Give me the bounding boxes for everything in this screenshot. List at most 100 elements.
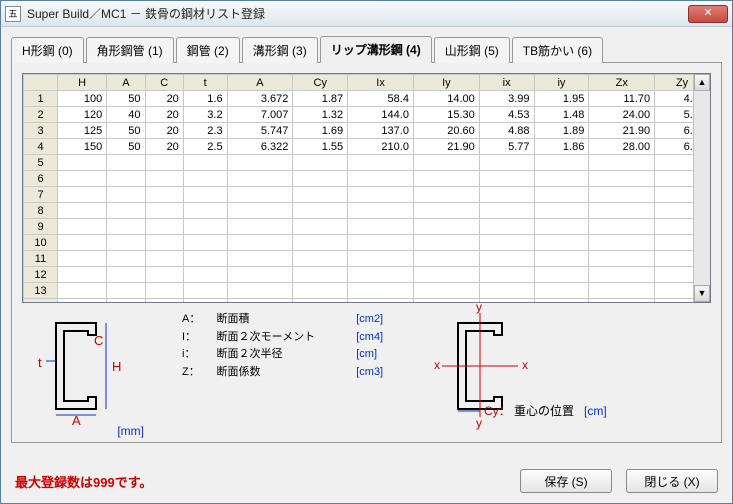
grid-cell[interactable]: 1.69 — [293, 123, 348, 139]
grid-cell[interactable]: 1.32 — [293, 107, 348, 123]
grid-cell[interactable] — [293, 251, 348, 267]
grid-cell[interactable]: 1.89 — [534, 123, 589, 139]
grid-cell[interactable] — [293, 299, 348, 304]
grid-cell[interactable]: 1.55 — [293, 139, 348, 155]
grid-cell[interactable] — [534, 171, 589, 187]
grid-cell[interactable] — [534, 251, 589, 267]
grid-cell[interactable] — [227, 155, 293, 171]
grid-cell[interactable] — [145, 283, 183, 299]
grid-cell[interactable] — [589, 155, 655, 171]
grid-cell[interactable]: 15.30 — [413, 107, 479, 123]
grid-cell[interactable] — [534, 155, 589, 171]
grid-cell[interactable]: 50 — [107, 91, 145, 107]
grid-cell[interactable] — [348, 171, 414, 187]
grid-cell[interactable]: 20 — [145, 123, 183, 139]
data-grid[interactable]: HACtACyIxIyixiyZxZy 110050201.63.6721.87… — [22, 73, 711, 303]
grid-cell[interactable] — [534, 299, 589, 304]
grid-cell[interactable] — [107, 235, 145, 251]
table-row[interactable]: 13 — [24, 283, 710, 299]
grid-cell[interactable] — [479, 155, 534, 171]
scroll-down-button[interactable]: ▼ — [694, 285, 710, 302]
grid-cell[interactable] — [145, 203, 183, 219]
grid-cell[interactable] — [227, 203, 293, 219]
grid-cell[interactable]: 3.2 — [183, 107, 227, 123]
grid-cell[interactable] — [293, 187, 348, 203]
grid-cell[interactable] — [58, 267, 107, 283]
grid-cell[interactable] — [183, 203, 227, 219]
grid-cell[interactable] — [479, 267, 534, 283]
grid-cell[interactable] — [534, 219, 589, 235]
grid-cell[interactable] — [479, 219, 534, 235]
grid-cell[interactable] — [58, 203, 107, 219]
grid-cell[interactable] — [293, 283, 348, 299]
tab-angle[interactable]: 山形鋼 (5) — [434, 37, 510, 63]
table-row[interactable]: 312550202.35.7471.69137.020.604.881.8921… — [24, 123, 710, 139]
grid-cell[interactable]: 5.77 — [479, 139, 534, 155]
grid-cell[interactable]: 5.747 — [227, 123, 293, 139]
grid-cell[interactable]: 14.00 — [413, 91, 479, 107]
grid-cell[interactable] — [107, 267, 145, 283]
grid-cell[interactable] — [413, 283, 479, 299]
grid-cell[interactable] — [413, 155, 479, 171]
grid-cell[interactable] — [348, 155, 414, 171]
grid-cell[interactable] — [107, 299, 145, 304]
grid-cell[interactable] — [227, 283, 293, 299]
grid-cell[interactable] — [589, 219, 655, 235]
grid-cell[interactable] — [183, 267, 227, 283]
table-row[interactable]: 10 — [24, 235, 710, 251]
grid-cell[interactable] — [348, 267, 414, 283]
grid-cell[interactable] — [58, 171, 107, 187]
grid-cell[interactable] — [145, 267, 183, 283]
grid-cell[interactable]: 2.5 — [183, 139, 227, 155]
grid-cell[interactable] — [479, 299, 534, 304]
grid-cell[interactable] — [107, 155, 145, 171]
grid-cell[interactable] — [479, 203, 534, 219]
grid-cell[interactable] — [479, 251, 534, 267]
grid-cell[interactable] — [348, 299, 414, 304]
grid-cell[interactable] — [293, 203, 348, 219]
grid-cell[interactable] — [534, 203, 589, 219]
table-row[interactable]: 8 — [24, 203, 710, 219]
grid-cell[interactable] — [227, 299, 293, 304]
grid-cell[interactable] — [293, 155, 348, 171]
grid-cell[interactable] — [145, 219, 183, 235]
grid-cell[interactable] — [293, 267, 348, 283]
grid-cell[interactable]: 1.48 — [534, 107, 589, 123]
grid-cell[interactable] — [348, 203, 414, 219]
tab-h-shape[interactable]: H形鋼 (0) — [11, 37, 84, 63]
table-row[interactable]: 9 — [24, 219, 710, 235]
grid-cell[interactable] — [479, 283, 534, 299]
grid-cell[interactable] — [534, 283, 589, 299]
grid-cell[interactable]: 21.90 — [589, 123, 655, 139]
grid-cell[interactable] — [589, 251, 655, 267]
grid-cell[interactable] — [227, 267, 293, 283]
table-row[interactable]: 110050201.63.6721.8758.414.003.991.9511.… — [24, 91, 710, 107]
grid-cell[interactable]: 20 — [145, 91, 183, 107]
grid-cell[interactable] — [145, 171, 183, 187]
grid-cell[interactable]: 120 — [58, 107, 107, 123]
grid-cell[interactable] — [58, 219, 107, 235]
grid-cell[interactable] — [145, 299, 183, 304]
save-button[interactable]: 保存 (S) — [520, 469, 612, 493]
grid-cell[interactable] — [589, 283, 655, 299]
table-row[interactable]: 7 — [24, 187, 710, 203]
table-row[interactable]: 11 — [24, 251, 710, 267]
grid-cell[interactable] — [145, 187, 183, 203]
grid-cell[interactable] — [58, 187, 107, 203]
grid-cell[interactable] — [589, 171, 655, 187]
grid-cell[interactable] — [413, 203, 479, 219]
grid-cell[interactable]: 1.87 — [293, 91, 348, 107]
grid-cell[interactable] — [58, 235, 107, 251]
grid-cell[interactable]: 210.0 — [348, 139, 414, 155]
grid-cell[interactable] — [183, 219, 227, 235]
grid-cell[interactable] — [107, 187, 145, 203]
grid-cell[interactable] — [534, 187, 589, 203]
grid-cell[interactable] — [107, 203, 145, 219]
table-row[interactable]: 14 — [24, 299, 710, 304]
grid-cell[interactable] — [227, 187, 293, 203]
grid-cell[interactable] — [183, 251, 227, 267]
tab-pipe[interactable]: 鋼管 (2) — [176, 37, 240, 63]
tab-tb-brace[interactable]: TB筋かい (6) — [512, 37, 603, 63]
grid-cell[interactable]: 28.00 — [589, 139, 655, 155]
grid-cell[interactable] — [479, 187, 534, 203]
